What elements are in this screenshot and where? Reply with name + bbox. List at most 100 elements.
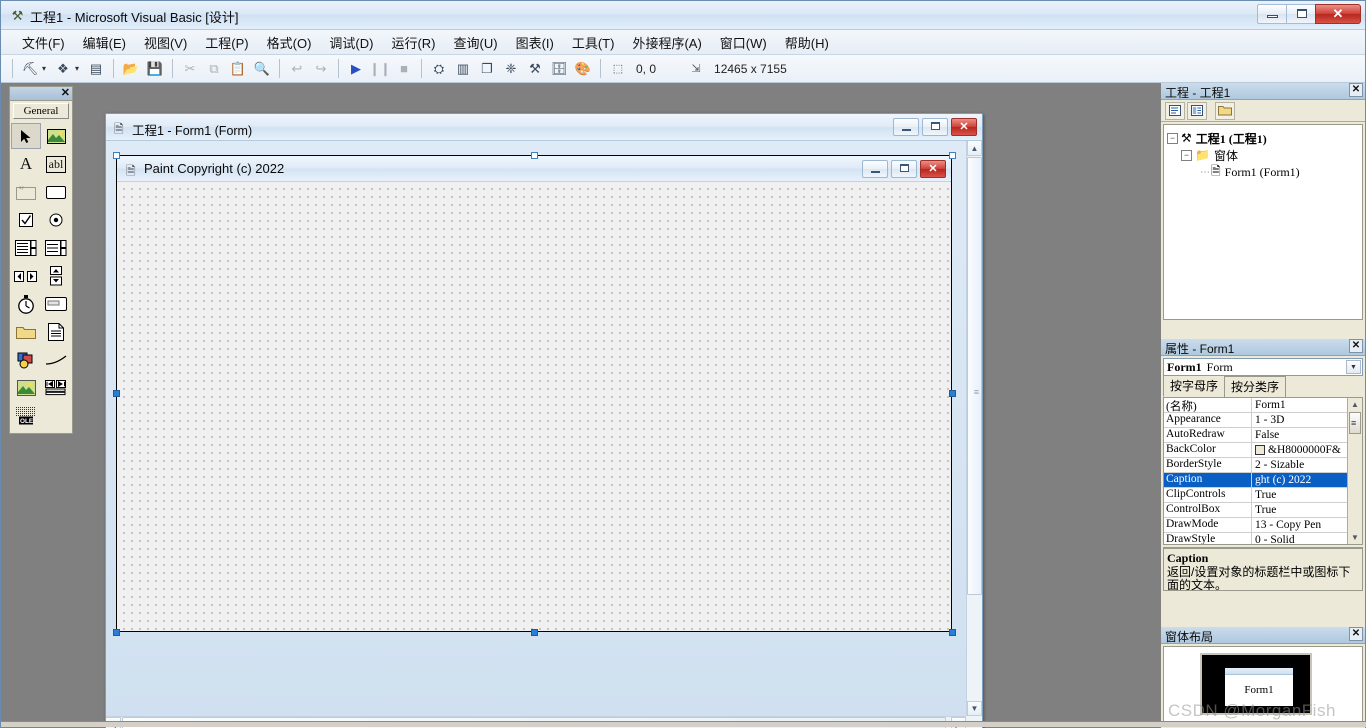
toolbox-button[interactable]: ⚒ <box>523 58 547 80</box>
table-row[interactable]: ControlBox True <box>1164 503 1347 518</box>
designer-vertical-scrollbar[interactable]: ▲ ≡ ▼ <box>966 141 982 716</box>
tool-timer[interactable] <box>11 291 41 317</box>
object-selector-combobox[interactable]: Form1 Form ▼ <box>1163 358 1363 376</box>
menu-addins[interactable]: 外接程序(A) <box>623 30 710 55</box>
selection-handle-middle-left[interactable] <box>113 390 120 397</box>
tool-ole[interactable]: OLE <box>11 403 41 429</box>
property-value[interactable]: 1 - 3D <box>1252 413 1347 427</box>
table-row[interactable]: ClipControls True <box>1164 488 1347 503</box>
properties-close-button[interactable]: ✕ <box>1349 339 1363 353</box>
property-value[interactable]: True <box>1252 503 1347 517</box>
table-row-selected[interactable]: Caption ght (c) 2022 <box>1164 473 1347 488</box>
table-row[interactable]: BorderStyle 2 - Sizable <box>1164 458 1347 473</box>
redo-button[interactable]: ↪ <box>309 58 333 80</box>
tool-listbox[interactable] <box>41 235 71 261</box>
project-explorer-close-button[interactable]: ✕ <box>1349 83 1363 97</box>
menu-debug[interactable]: 调试(D) <box>320 30 382 55</box>
scroll-up-icon[interactable]: ▲ <box>1348 398 1362 411</box>
properties-window-button[interactable]: ▥ <box>451 58 475 80</box>
project-tree[interactable]: − ⚒ 工程1 (工程1) − 📁 窗体 ⋯ 🗎 Form1 (Form1) <box>1163 124 1363 320</box>
menu-window[interactable]: 窗口(W) <box>711 30 776 55</box>
tool-shape[interactable] <box>11 347 41 373</box>
start-button[interactable]: ▶ <box>344 58 368 80</box>
toolbox-close-icon[interactable]: ✕ <box>61 87 70 100</box>
tool-data[interactable] <box>41 375 71 401</box>
add-form-button[interactable]: ❖ <box>51 58 75 80</box>
tool-optionbutton[interactable] <box>41 207 71 233</box>
toolbox-tab-general[interactable]: General <box>13 103 69 119</box>
close-button[interactable]: ✕ <box>1315 4 1361 24</box>
copy-button[interactable]: ⧉ <box>202 58 226 80</box>
maximize-button[interactable] <box>1286 4 1315 24</box>
selection-handle-top-left[interactable] <box>113 152 120 159</box>
open-project-button[interactable]: 📂 <box>119 58 143 80</box>
scroll-down-icon[interactable]: ▼ <box>967 701 982 716</box>
vb-form-maximize-button[interactable] <box>891 160 917 178</box>
paste-button[interactable]: 📋 <box>226 58 250 80</box>
selection-handle-top-center[interactable] <box>531 152 538 159</box>
menu-run[interactable]: 运行(R) <box>382 30 444 55</box>
property-value[interactable]: True <box>1252 488 1347 502</box>
menu-view[interactable]: 视图(V) <box>135 30 196 55</box>
tree-node-form1[interactable]: ⋯ 🗎 Form1 (Form1) <box>1167 164 1359 181</box>
tool-pointer[interactable] <box>11 123 41 149</box>
tool-line[interactable] <box>41 347 71 373</box>
add-project-button[interactable]: ⛏ <box>18 58 42 80</box>
table-row[interactable]: DrawStyle 0 - Solid <box>1164 533 1347 544</box>
property-value[interactable]: 13 - Copy Pen <box>1252 518 1347 532</box>
tool-checkbox[interactable] <box>11 207 41 233</box>
property-value[interactable]: 2 - Sizable <box>1252 458 1347 472</box>
menu-edit[interactable]: 编辑(E) <box>74 30 135 55</box>
tool-picturebox[interactable] <box>41 123 71 149</box>
tool-combobox[interactable] <box>11 235 41 261</box>
add-form-dropdown-icon[interactable]: ▾ <box>75 64 84 73</box>
project-explorer-button[interactable]: ⛭ <box>427 58 451 80</box>
vb-form[interactable]: 🗎 Paint Copyright (c) 2022 ✕ <box>116 155 952 632</box>
menu-diagram[interactable]: 图表(I) <box>507 30 563 55</box>
scroll-down-icon[interactable]: ▼ <box>1348 531 1362 544</box>
form-layout-button[interactable]: ❐ <box>475 58 499 80</box>
tool-commandbutton[interactable] <box>41 179 71 205</box>
menu-query[interactable]: 查询(U) <box>445 30 507 55</box>
designer-close-button[interactable]: ✕ <box>951 118 977 136</box>
property-value[interactable]: Form1 <box>1252 398 1347 412</box>
vb-form-close-button[interactable]: ✕ <box>920 160 946 178</box>
selection-handle-bottom-right[interactable] <box>949 629 956 636</box>
menu-help[interactable]: 帮助(H) <box>776 30 838 55</box>
add-project-dropdown-icon[interactable]: ▾ <box>42 64 51 73</box>
minimize-button[interactable] <box>1257 4 1286 24</box>
table-row[interactable]: AutoRedraw False <box>1164 428 1347 443</box>
tab-categorized[interactable]: 按分类序 <box>1224 376 1287 397</box>
menu-tools[interactable]: 工具(T) <box>563 30 624 55</box>
menu-project[interactable]: 工程(P) <box>196 30 257 55</box>
designer-maximize-button[interactable] <box>922 118 948 136</box>
selection-handle-bottom-left[interactable] <box>113 629 120 636</box>
tool-drivelistbox[interactable] <box>41 291 71 317</box>
vb-form-grid-canvas[interactable] <box>117 182 951 631</box>
save-project-button[interactable]: 💾 <box>143 58 167 80</box>
expander-icon[interactable]: − <box>1181 150 1192 161</box>
menu-format[interactable]: 格式(O) <box>258 30 321 55</box>
selection-handle-middle-right[interactable] <box>949 390 956 397</box>
tool-filelistbox[interactable] <box>41 319 71 345</box>
table-row[interactable]: DrawMode 13 - Copy Pen <box>1164 518 1347 533</box>
toggle-folders-button[interactable] <box>1215 101 1235 120</box>
visual-component-manager-button[interactable]: 🎨 <box>571 58 595 80</box>
properties-scrollbar[interactable]: ▲ ≡ ▼ <box>1347 398 1362 544</box>
menu-editor-button[interactable]: ▤ <box>84 58 108 80</box>
menu-file[interactable]: 文件(F) <box>13 30 74 55</box>
expander-icon[interactable]: − <box>1167 133 1178 144</box>
property-value[interactable]: False <box>1252 428 1347 442</box>
break-button[interactable]: ❙❙ <box>368 58 392 80</box>
vb-form-minimize-button[interactable] <box>862 160 888 178</box>
data-view-button[interactable]: 🗄 <box>547 58 571 80</box>
tool-frame[interactable]: xy <box>11 179 41 205</box>
end-button[interactable]: ■ <box>392 58 416 80</box>
scroll-up-icon[interactable]: ▲ <box>967 141 982 156</box>
tool-hscrollbar[interactable] <box>11 263 41 289</box>
properties-grid[interactable]: (名称) Form1 Appearance 1 - 3D AutoRedraw … <box>1163 397 1363 545</box>
tool-dirlistbox[interactable] <box>11 319 41 345</box>
find-button[interactable]: 🔍 <box>250 58 274 80</box>
tree-node-project[interactable]: − ⚒ 工程1 (工程1) <box>1167 130 1359 147</box>
object-browser-button[interactable]: ❈ <box>499 58 523 80</box>
